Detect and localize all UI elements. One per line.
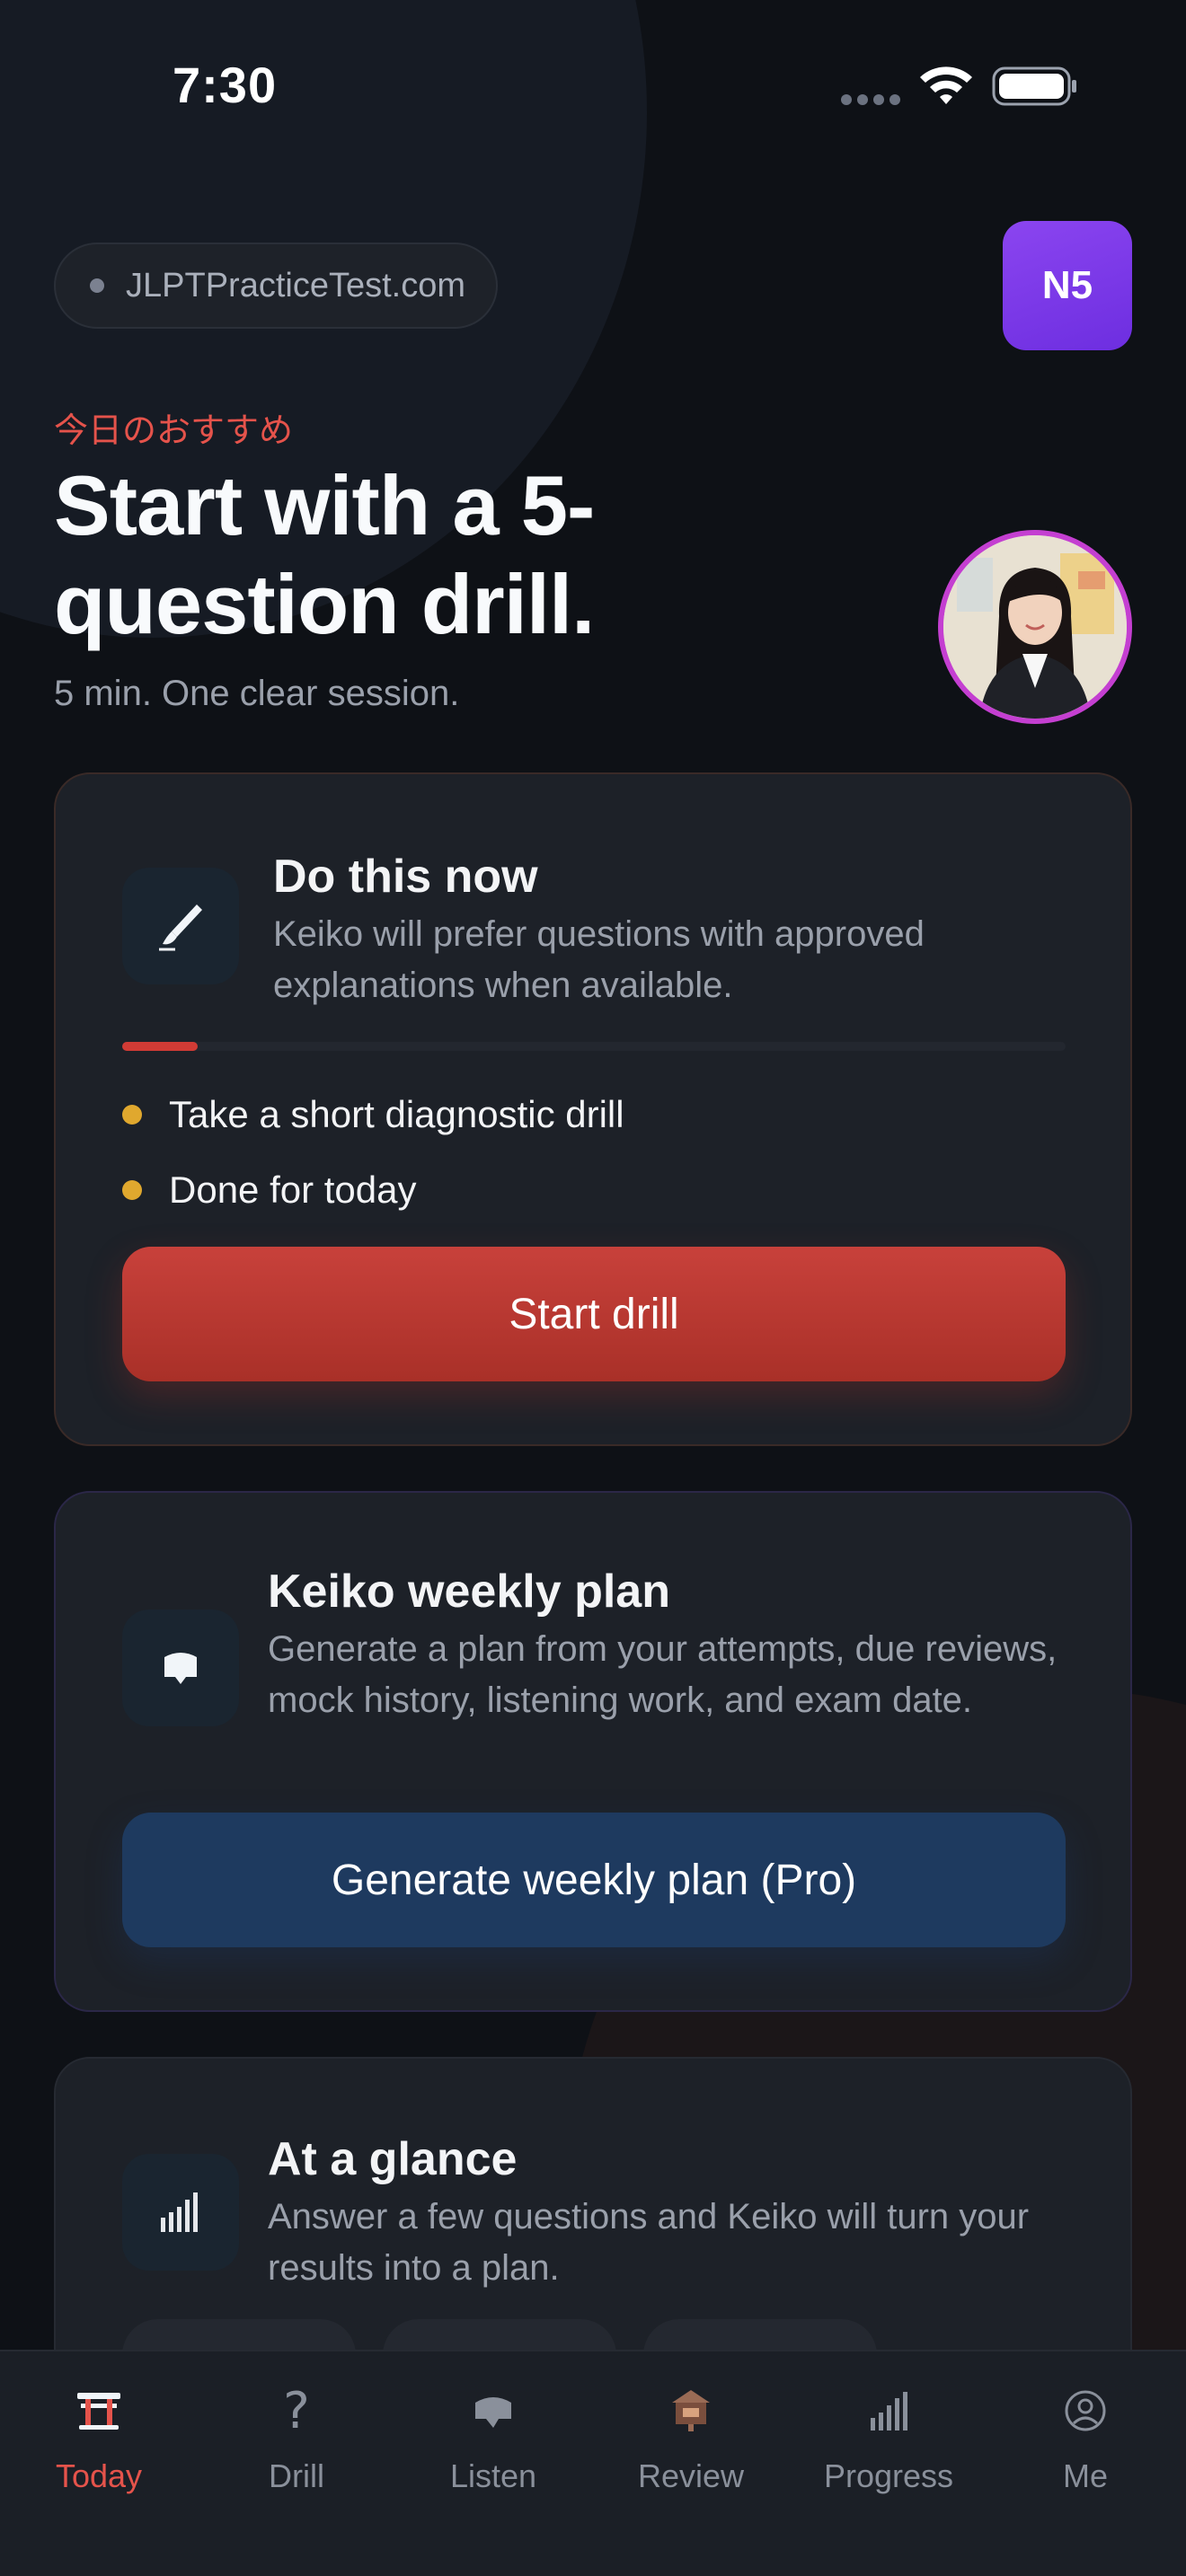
user-circle-icon [1058,2384,1112,2438]
tab-progress[interactable]: Progress [799,2384,978,2519]
do-this-now-card: Do this now Keiko will prefer questions … [54,772,1132,1446]
speech-bubble-icon [122,1610,239,1726]
cellular-signal-icon [841,93,906,110]
speech-bubble-icon [466,2384,520,2438]
tab-label: Listen [449,2457,537,2494]
brush-icon [122,868,239,984]
checklist-item-label: Done for today [169,1169,417,1211]
question-mark-icon: ? [283,2381,310,2440]
jlpt-level-button[interactable]: N5 [1003,221,1132,350]
tab-me[interactable]: Me [996,2384,1175,2519]
tab-label: Today [55,2457,143,2494]
tab-review[interactable]: Review [601,2384,781,2519]
tab-label: Me [1062,2457,1108,2494]
tutor-portrait-image [943,535,1127,719]
checklist-item: Take a short diagnostic drill [122,1093,624,1136]
tab-label: Review [637,2457,745,2494]
card-description: Keiko will prefer questions with approve… [273,914,925,1005]
daily-progress-fill [122,1042,198,1051]
tab-drill[interactable]: ? Drill [207,2381,386,2519]
site-domain-text: JLPTPracticeTest.com [126,266,465,304]
status-time: 7:30 [173,57,278,113]
daily-progress-bar [122,1042,1066,1051]
card-title: Do this now [273,851,538,903]
generate-weekly-plan-button[interactable]: Generate weekly plan (Pro) [122,1813,1066,1947]
today-screen: 7:30 JLPTPracticeTest.com N5 今日のおすすめ Sta… [0,0,1186,2576]
bullet-dot-icon [122,1180,142,1200]
page-subtitle: 5 min. One clear session. [54,674,460,713]
recommendation-label: 今日のおすすめ [54,412,294,450]
checklist-item-label: Take a short diagnostic drill [169,1093,624,1135]
bottom-tab-bar: Today ? Drill Listen Review Progress Me [0,2350,1186,2576]
weekly-plan-card: Keiko weekly plan Generate a plan from y… [54,1491,1132,2012]
wifi-icon [920,66,972,104]
tab-listen[interactable]: Listen [403,2384,583,2519]
tutor-avatar[interactable] [938,530,1132,724]
card-description: Answer a few questions and Keiko will tu… [268,2197,1030,2288]
bullet-dot-icon [122,1105,142,1125]
status-dot-icon [90,278,104,293]
site-domain-pill[interactable]: JLPTPracticeTest.com [54,243,498,329]
page-title: Start with a 5-question drill. [54,458,595,651]
tab-label: Progress [823,2457,954,2494]
card-description: Generate a plan from your attempts, due … [268,1629,1058,1720]
bar-chart-icon [862,2384,916,2438]
checklist-item: Done for today [122,1169,417,1212]
start-drill-button[interactable]: Start drill [122,1247,1066,1381]
bar-chart-icon [122,2154,239,2271]
card-title: At a glance [268,2133,518,2185]
card-title: Keiko weekly plan [268,1566,670,1618]
tab-label: Drill [269,2457,324,2494]
ema-plaque-icon [664,2384,718,2438]
tab-today[interactable]: Today [9,2384,189,2519]
torii-gate-icon [72,2384,126,2438]
battery-icon [992,66,1076,106]
